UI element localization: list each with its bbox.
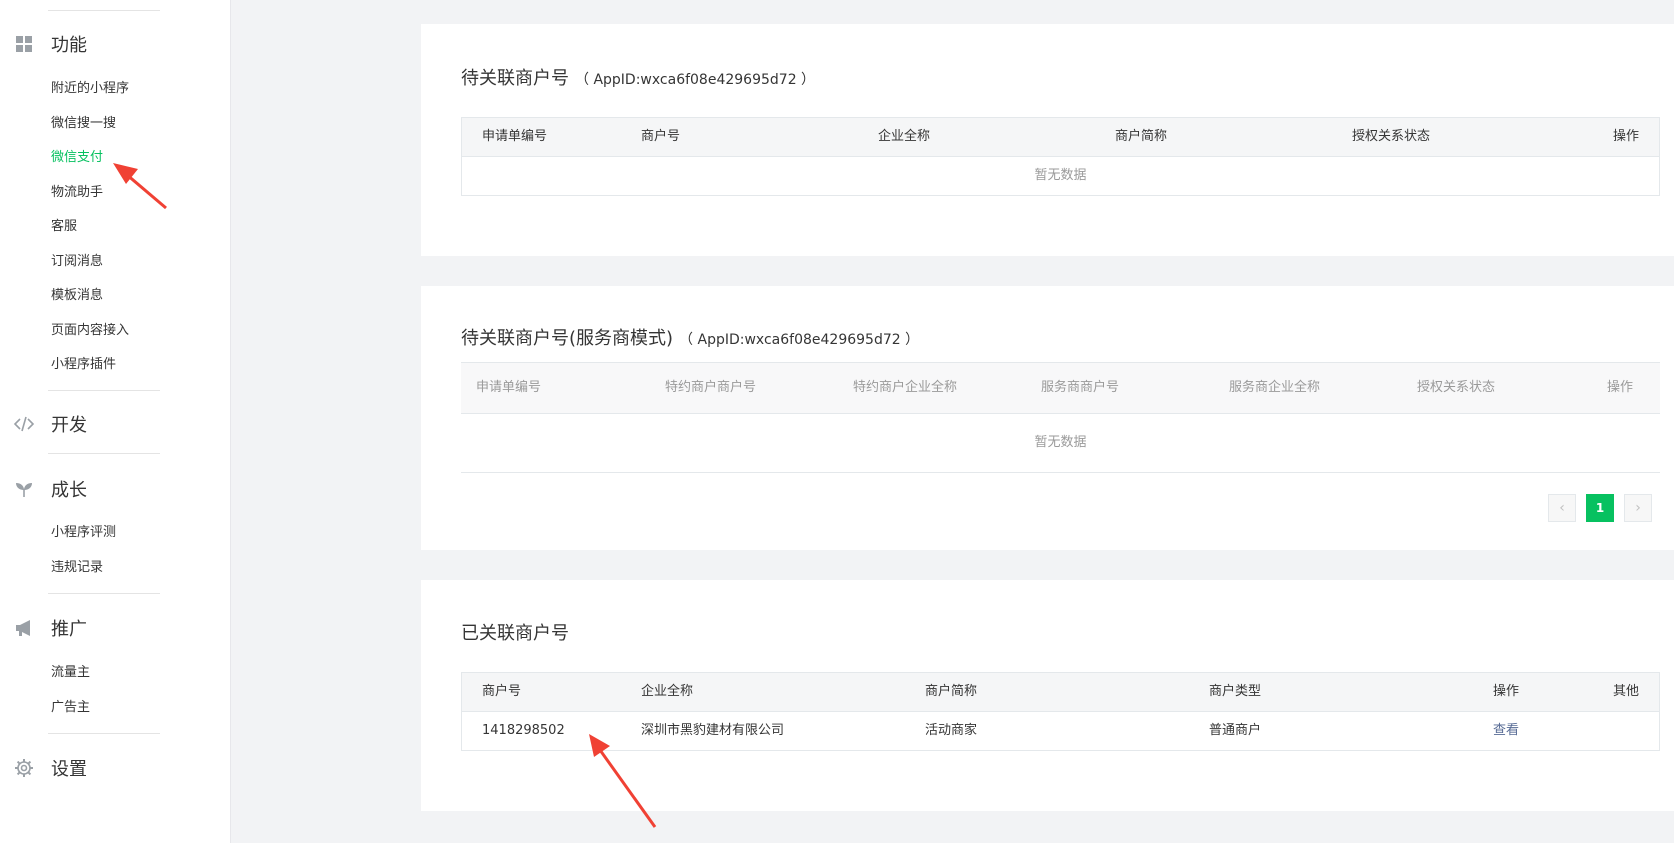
gear-icon <box>13 757 35 779</box>
pending-sp-merchant-panel: 待关联商户号(服务商模式) （ AppID:wxca6f08e429695d72 … <box>421 286 1674 550</box>
linked-merchant-panel: 已关联商户号 商户号 企业全称 商户简称 商户类型 操作 其他 14182985… <box>421 580 1674 811</box>
section-title: 推广 <box>51 619 87 640</box>
section-title: 功能 <box>51 35 87 56</box>
divider <box>48 10 160 11</box>
linked-merchant-table: 商户号 企业全称 商户简称 商户类型 操作 其他 1418298502 深圳市黑… <box>461 672 1660 751</box>
panel-title-text: 待关联商户号(服务商模式) <box>461 328 674 349</box>
panel-title-text: 待关联商户号 <box>461 68 569 89</box>
code-icon <box>13 413 35 435</box>
col-merchant-no: 商户号 <box>641 129 681 144</box>
table-header: 申请单编号 商户号 企业全称 商户简称 授权关系状态 操作 <box>462 118 1659 157</box>
cell-short-name: 活动商家 <box>925 723 978 738</box>
col-sub-merchant-company: 特约商户企业全称 <box>853 380 958 395</box>
section-title: 成长 <box>51 480 87 501</box>
col-company-name: 企业全称 <box>878 129 931 144</box>
table-header: 商户号 企业全称 商户简称 商户类型 操作 其他 <box>462 673 1659 712</box>
divider <box>48 453 160 454</box>
col-merchant-type: 商户类型 <box>1209 684 1262 699</box>
next-page-button[interactable]: › <box>1624 494 1652 522</box>
sidebar: 功能 附近的小程序 微信搜一搜 微信支付 物流助手 客服 订阅消息 模板消息 页… <box>0 0 231 843</box>
appid-text: （ AppID:wxca6f08e429695d72 ） <box>679 332 920 348</box>
col-auth-status: 授权关系状态 <box>1352 129 1431 144</box>
table-header: 申请单编号 特约商户商户号 特约商户企业全称 服务商商户号 服务商企业全称 授权… <box>461 362 1660 414</box>
col-sub-merchant-no: 特约商户商户号 <box>665 380 757 395</box>
sidebar-item-nearby[interactable]: 附近的小程序 <box>51 80 129 98</box>
cell-company-name: 深圳市黑豹建材有限公司 <box>641 723 785 738</box>
cell-merchant-type: 普通商户 <box>1209 723 1262 738</box>
col-auth-status: 授权关系状态 <box>1417 380 1496 395</box>
col-action: 操作 <box>1612 129 1639 144</box>
prev-page-button[interactable]: ‹ <box>1548 494 1576 522</box>
pending-sp-merchant-table: 申请单编号 特约商户商户号 特约商户企业全称 服务商商户号 服务商企业全称 授权… <box>461 362 1660 473</box>
sidebar-item-template-msg[interactable]: 模板消息 <box>51 287 103 305</box>
cell-merchant-no: 1418298502 <box>482 723 565 738</box>
divider <box>48 733 160 734</box>
pagination: ‹ 1 › <box>1548 494 1652 522</box>
sidebar-item-page-content[interactable]: 页面内容接入 <box>51 322 129 340</box>
divider <box>48 390 160 391</box>
sidebar-item-wechat-pay[interactable]: 微信支付 <box>51 149 103 167</box>
col-short-name: 商户简称 <box>1115 129 1168 144</box>
megaphone-icon <box>13 617 35 639</box>
divider <box>48 593 160 594</box>
col-application-no: 申请单编号 <box>482 129 548 144</box>
appid-text: （ AppID:wxca6f08e429695d72 ） <box>575 72 816 88</box>
sidebar-item-evaluation[interactable]: 小程序评测 <box>51 524 116 542</box>
empty-state: 暂无数据 <box>1034 168 1087 183</box>
sidebar-item-traffic-owner[interactable]: 流量主 <box>51 664 90 682</box>
col-short-name: 商户简称 <box>925 684 978 699</box>
sidebar-item-logistics[interactable]: 物流助手 <box>51 184 103 202</box>
pending-merchant-table: 申请单编号 商户号 企业全称 商户简称 授权关系状态 操作 暂无数据 <box>461 117 1660 196</box>
view-link[interactable]: 查看 <box>1493 712 1519 750</box>
col-action: 操作 <box>1493 684 1520 699</box>
sidebar-item-subscribe-msg[interactable]: 订阅消息 <box>51 253 103 271</box>
page-button-current[interactable]: 1 <box>1586 494 1614 522</box>
sprout-icon <box>13 478 35 500</box>
col-sp-company: 服务商企业全称 <box>1229 380 1321 395</box>
grid-icon <box>13 33 35 55</box>
col-company-name: 企业全称 <box>641 684 694 699</box>
sidebar-item-customer-service[interactable]: 客服 <box>51 218 77 236</box>
sidebar-item-wechat-search[interactable]: 微信搜一搜 <box>51 115 116 133</box>
sidebar-item-plugins[interactable]: 小程序插件 <box>51 356 116 374</box>
col-sp-merchant-no: 服务商商户号 <box>1041 380 1120 395</box>
sidebar-item-advertiser[interactable]: 广告主 <box>51 699 90 717</box>
col-application-no: 申请单编号 <box>476 380 542 395</box>
table-row: 1418298502 深圳市黑豹建材有限公司 活动商家 普通商户 查看 <box>462 712 1659 750</box>
col-action: 操作 <box>1606 380 1633 395</box>
section-title: 设置 <box>51 759 87 780</box>
sidebar-item-violations[interactable]: 违规记录 <box>51 559 103 577</box>
panel-title: 待关联商户号 （ AppID:wxca6f08e429695d72 ） <box>461 64 815 90</box>
panel-title: 待关联商户号(服务商模式) （ AppID:wxca6f08e429695d72 … <box>461 324 919 350</box>
col-other: 其他 <box>1612 684 1639 699</box>
pending-merchant-panel: 待关联商户号 （ AppID:wxca6f08e429695d72 ） 申请单编号… <box>421 24 1674 256</box>
panel-title: 已关联商户号 <box>461 623 569 644</box>
empty-state: 暂无数据 <box>461 414 1660 473</box>
col-merchant-no: 商户号 <box>482 684 522 699</box>
section-title: 开发 <box>51 415 87 436</box>
